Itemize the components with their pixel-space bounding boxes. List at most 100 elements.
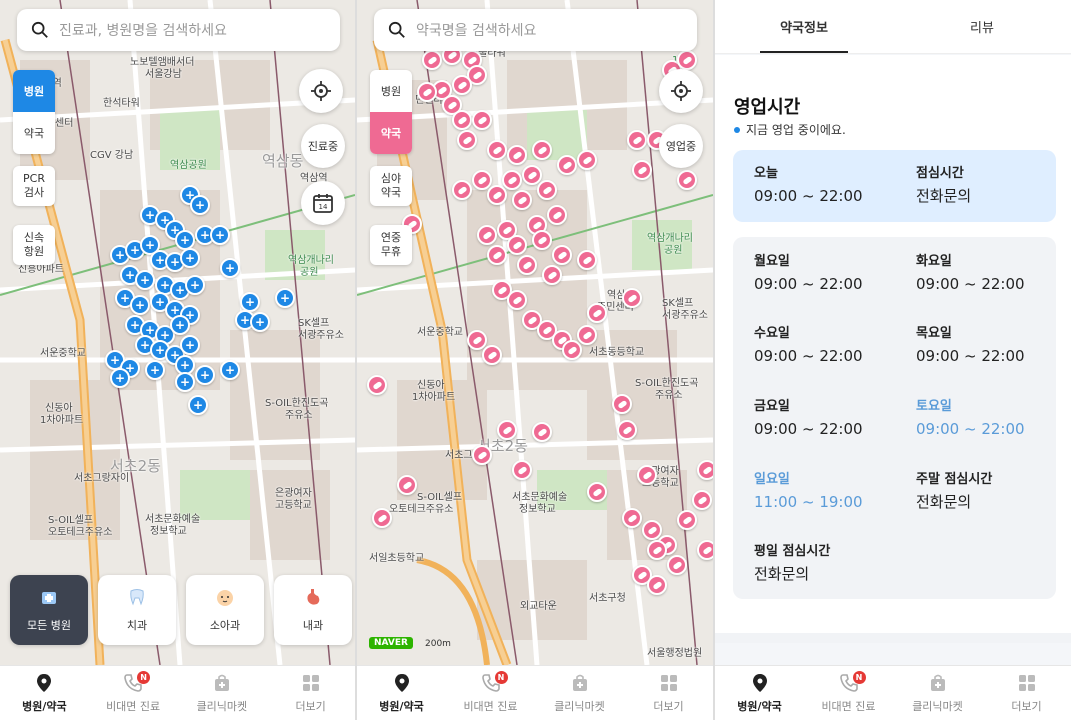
hospital-marker[interactable]: + [188,395,208,415]
nav-more[interactable]: 더보기 [266,666,355,720]
search-bar[interactable]: 약국명을 검색하세요 [374,9,697,51]
nav-telemedicine[interactable]: N 비대면 진료 [446,666,535,720]
hospital-marker[interactable]: + [220,258,240,278]
pharmacy-marker[interactable] [617,420,637,440]
pharmacy-marker[interactable] [647,575,667,595]
pharmacy-marker[interactable] [587,482,607,502]
tab-reviews[interactable]: 리뷰 [893,0,1071,53]
filter-open-all-year-chip[interactable]: 연중 무휴 [370,225,412,265]
calendar-button[interactable]: 14 [301,181,345,225]
hospital-marker[interactable]: + [240,292,260,312]
pharmacy-marker[interactable] [587,303,607,323]
pharmacy-marker[interactable] [697,460,713,480]
open-now-filter-button[interactable]: 진료중 [301,124,345,168]
category-all-hospitals[interactable]: 모든 병원 [10,575,88,645]
pharmacy-marker[interactable] [472,110,492,130]
pharmacy-marker[interactable] [502,170,522,190]
hospital-marker[interactable]: + [145,360,165,380]
category-pediatrics[interactable]: 소아과 [186,575,264,645]
pharmacy-marker[interactable] [457,130,477,150]
pharmacy-marker[interactable] [697,540,713,560]
pharmacy-marker[interactable] [452,180,472,200]
search-bar[interactable]: 진료과, 병원명을 검색하세요 [17,9,340,51]
category-internal[interactable]: 내과 [274,575,352,645]
category-dental[interactable]: 치과 [98,575,176,645]
open-now-filter-button[interactable]: 영업중 [659,124,703,168]
toggle-hospital[interactable]: 병원 [13,70,55,112]
pharmacy-marker[interactable] [612,394,632,414]
pharmacy-marker[interactable] [577,250,597,270]
nav-telemedicine[interactable]: N 비대면 진료 [89,666,178,720]
hospital-marker[interactable]: + [135,270,155,290]
tab-pharmacy-info[interactable]: 약국정보 [715,0,893,53]
nav-clinic-market[interactable]: 클리닉마켓 [535,666,624,720]
pharmacy-marker[interactable] [677,170,697,190]
pharmacy-marker[interactable] [532,230,552,250]
my-location-button[interactable] [659,69,703,113]
pharmacy-marker[interactable] [487,140,507,160]
filter-rapid-antigen-chip[interactable]: 신속 항원 [13,225,55,265]
pharmacy-marker[interactable] [667,555,687,575]
pharmacy-marker[interactable] [452,110,472,130]
pharmacy-marker[interactable] [647,540,667,560]
pharmacy-marker[interactable] [677,50,697,70]
toggle-hospital[interactable]: 병원 [370,70,412,112]
hospital-marker[interactable]: + [220,360,240,380]
nav-hospital-pharmacy[interactable]: 병원/약국 [0,666,89,720]
map[interactable]: 노보텔앰배서더 서울강남 신논현역 한석타워 CGV 강남 역삼공원 역삼동 역… [0,0,355,665]
hospital-marker[interactable]: + [250,312,270,332]
hospital-marker[interactable]: + [180,248,200,268]
pharmacy-marker[interactable] [397,475,417,495]
pharmacy-marker[interactable] [622,288,642,308]
pharmacy-marker[interactable] [512,460,532,480]
pharmacy-marker[interactable] [637,465,657,485]
pharmacy-marker[interactable] [632,160,652,180]
filter-pcr-chip[interactable]: PCR 검사 [13,166,55,206]
pharmacy-marker[interactable] [542,265,562,285]
toggle-pharmacy[interactable]: 약국 [370,112,412,154]
hospital-marker[interactable]: + [195,365,215,385]
toggle-pharmacy[interactable]: 약국 [13,112,55,154]
nav-telemedicine[interactable]: N 비대면 진료 [804,666,893,720]
pharmacy-marker[interactable] [622,508,642,528]
pharmacy-marker[interactable] [692,490,712,510]
pharmacy-marker[interactable] [547,205,567,225]
hospital-marker[interactable]: + [175,372,195,392]
pharmacy-marker[interactable] [517,255,537,275]
nav-hospital-pharmacy[interactable]: 병원/약국 [357,666,446,720]
nav-more[interactable]: 더보기 [624,666,713,720]
hospital-marker[interactable]: + [180,335,200,355]
pharmacy-marker[interactable] [482,345,502,365]
pharmacy-marker[interactable] [532,422,552,442]
pharmacy-marker[interactable] [367,375,387,395]
nav-clinic-market[interactable]: 클리닉마켓 [893,666,982,720]
nav-clinic-market[interactable]: 클리닉마켓 [178,666,267,720]
hospital-marker[interactable]: + [110,368,130,388]
my-location-button[interactable] [299,69,343,113]
hospital-marker[interactable]: + [185,275,205,295]
nav-hospital-pharmacy[interactable]: 병원/약국 [715,666,804,720]
pharmacy-marker[interactable] [577,150,597,170]
hospital-marker[interactable]: + [210,225,230,245]
hospital-marker[interactable]: + [190,195,210,215]
pharmacy-marker[interactable] [512,190,532,210]
hospital-marker[interactable]: + [275,288,295,308]
filter-night-pharmacy-chip[interactable]: 심야 약국 [370,166,412,206]
pharmacy-marker[interactable] [507,235,527,255]
hospital-marker[interactable]: + [170,315,190,335]
pharmacy-marker[interactable] [577,325,597,345]
pharmacy-marker[interactable] [552,245,572,265]
hospital-marker[interactable]: + [175,230,195,250]
pharmacy-marker[interactable] [677,510,697,530]
pharmacy-marker[interactable] [532,140,552,160]
pharmacy-marker[interactable] [537,180,557,200]
pharmacy-marker[interactable] [557,155,577,175]
pharmacy-marker[interactable] [562,340,582,360]
pharmacy-marker[interactable] [487,245,507,265]
pharmacy-marker[interactable] [452,75,472,95]
pharmacy-marker[interactable] [497,420,517,440]
pharmacy-marker[interactable] [472,445,492,465]
pharmacy-marker[interactable] [422,50,442,70]
hospital-marker[interactable]: + [130,295,150,315]
pharmacy-marker[interactable] [417,82,437,102]
